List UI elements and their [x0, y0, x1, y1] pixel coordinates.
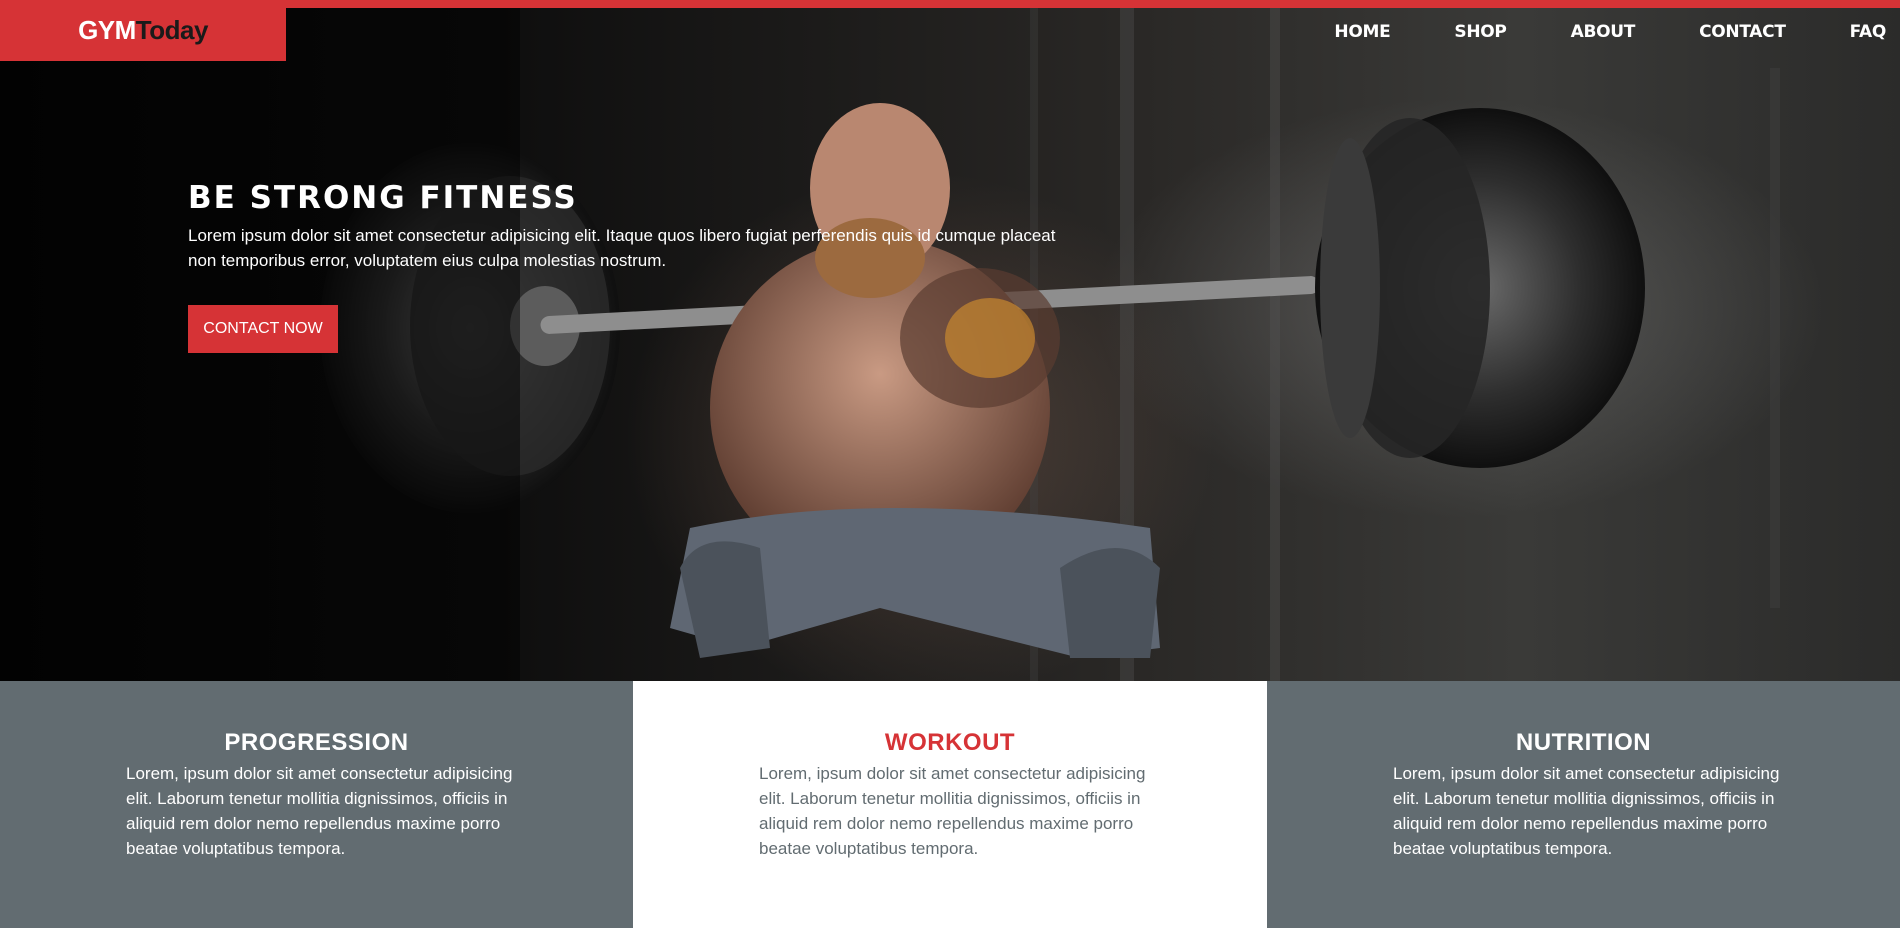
features-section: PROGRESSION Lorem, ipsum dolor sit amet … [0, 681, 1900, 928]
hero-text: Lorem ipsum dolor sit amet consectetur a… [188, 226, 1056, 270]
main-nav: HOME SHOP ABOUT CONTACT FAQ [1270, 22, 1900, 46]
nav-about[interactable]: ABOUT [1571, 22, 1636, 46]
feature-title: PROGRESSION [224, 729, 409, 756]
feature-title: WORKOUT [884, 729, 1016, 756]
brand-logo[interactable]: GYM Today [0, 0, 286, 61]
nav-faq[interactable]: FAQ [1850, 22, 1887, 46]
feature-text: Lorem, ipsum dolor sit amet consectetur … [759, 764, 1146, 858]
feature-progression: PROGRESSION Lorem, ipsum dolor sit amet … [0, 681, 633, 928]
brand-part-gym: GYM [78, 15, 136, 45]
feature-nutrition: NUTRITION Lorem, ipsum dolor sit amet co… [1267, 681, 1900, 928]
hero-section: BE STRONG FITNESS Lorem ipsum dolor sit … [0, 8, 1900, 681]
hero-title: BE STRONG FITNESS [188, 180, 578, 216]
feature-text: Lorem, ipsum dolor sit amet consectetur … [126, 764, 513, 858]
nav-contact[interactable]: CONTACT [1699, 22, 1786, 46]
contact-now-button[interactable]: CONTACT NOW [188, 305, 338, 353]
feature-title: NUTRITION [1515, 729, 1652, 756]
feature-workout: WORKOUT Lorem, ipsum dolor sit amet cons… [633, 681, 1267, 928]
brand-part-today: Today [135, 15, 209, 45]
nav-home[interactable]: HOME [1334, 22, 1390, 46]
nav-shop[interactable]: SHOP [1454, 22, 1506, 46]
feature-text: Lorem, ipsum dolor sit amet consectetur … [1393, 764, 1780, 858]
